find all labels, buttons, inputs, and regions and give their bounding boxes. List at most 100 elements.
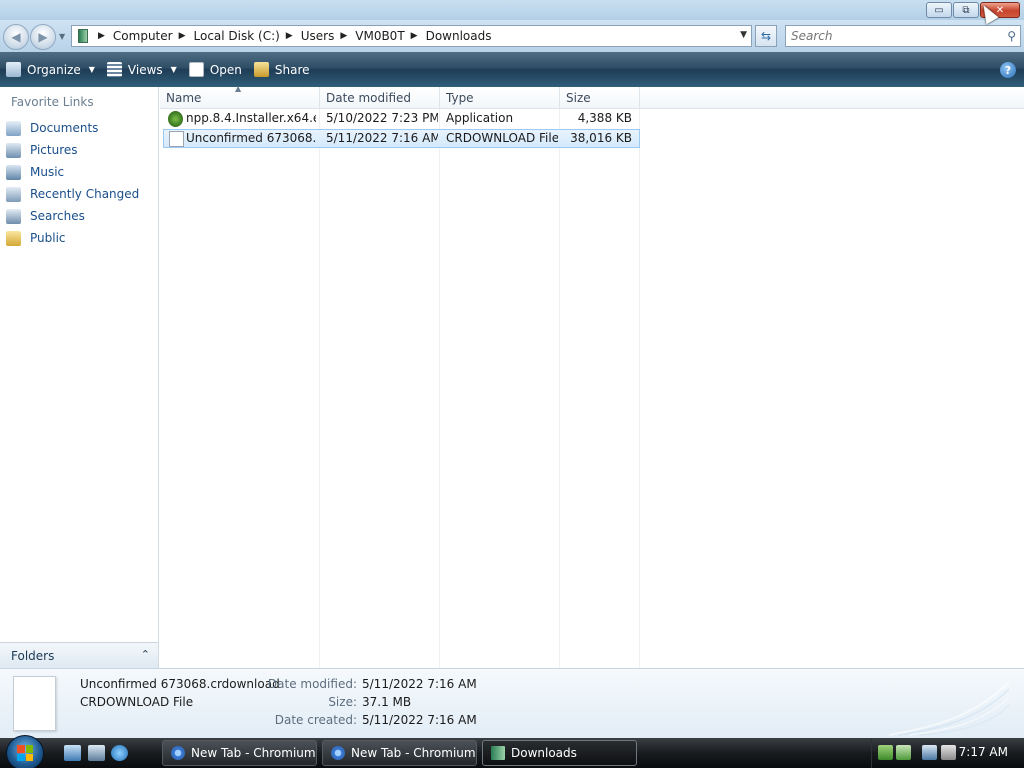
command-toolbar: Organize ▼ Views ▼ Open Share ? — [0, 52, 1024, 87]
nav-item-recently-changed[interactable]: Recently Changed — [6, 184, 139, 204]
column-divider — [439, 109, 440, 668]
forward-button[interactable]: ▶ — [30, 24, 56, 50]
column-divider — [559, 109, 560, 668]
tray-security-icon[interactable] — [896, 745, 911, 760]
documents-icon — [6, 120, 21, 136]
details-pane: Unconfirmed 673068.crdownload CRDOWNLOAD… — [0, 668, 1024, 738]
details-created-label: Date created: — [274, 713, 357, 727]
navigation-pane: Favorite Links Documents Pictures Music … — [0, 87, 159, 668]
maximize-button[interactable]: ⧉ — [953, 2, 979, 18]
chromium-icon — [171, 746, 185, 760]
recently-changed-icon — [6, 186, 21, 202]
details-file-type: CRDOWNLOAD File — [80, 695, 194, 709]
file-list: Name ▲ Date modified Type Size npp.8.4.I… — [160, 84, 1024, 668]
forward-arrow-icon: ▶ — [38, 30, 48, 44]
details-size-value: 37.1 MB — [362, 695, 412, 709]
breadcrumb-arrow-icon[interactable]: ▶ — [179, 31, 186, 41]
column-header-name[interactable]: Name ▲ — [160, 84, 320, 109]
minimize-button[interactable]: ▭ — [926, 2, 952, 18]
column-header-date-modified[interactable]: Date modified — [320, 87, 440, 109]
search-input[interactable] — [791, 29, 991, 43]
column-header-type[interactable]: Type — [440, 87, 560, 109]
nav-item-public[interactable]: Public — [6, 228, 66, 248]
file-preview-icon — [13, 676, 56, 731]
nav-item-music[interactable]: Music — [6, 162, 64, 182]
views-button[interactable]: Views ▼ — [101, 52, 183, 87]
details-created-value: 5/11/2022 7:16 AM — [362, 713, 477, 727]
public-folder-icon — [6, 230, 21, 246]
switch-windows-icon[interactable] — [88, 745, 105, 761]
breadcrumb-computer[interactable]: ▶ Computer — [92, 29, 173, 43]
chevron-up-icon: ⌃ — [140, 648, 150, 661]
help-icon[interactable]: ? — [1000, 62, 1016, 78]
column-header-filler — [640, 87, 1024, 109]
chromium-icon — [331, 746, 345, 760]
volume-muted-icon[interactable] — [941, 745, 956, 760]
file-row-selected[interactable]: Unconfirmed 673068.c... 5/11/2022 7:16 A… — [163, 129, 640, 148]
file-row[interactable]: npp.8.4.Installer.x64.exe 5/10/2022 7:23… — [163, 110, 640, 129]
address-bar[interactable]: ▶ Computer ▶ Local Disk (C:) ▶ Users ▶ VM0B0… — [71, 25, 752, 47]
address-row: ◀ ▶ ▼ ▶ Computer ▶ Local Disk (C:) ▶ Users … — [0, 20, 1024, 52]
breadcrumb-users[interactable]: ▶ Users — [280, 29, 335, 43]
back-arrow-icon: ◀ — [11, 30, 21, 44]
recent-pages-dropdown[interactable]: ▼ — [59, 32, 65, 41]
window-controls: ▭ ⧉ ✕ — [926, 2, 1020, 18]
details-file-name: Unconfirmed 673068.crdownload — [80, 677, 280, 691]
breadcrumb-arrow-icon[interactable]: ▶ — [98, 31, 105, 41]
decorative-swirl — [888, 681, 1010, 736]
network-icon[interactable] — [922, 745, 937, 760]
explorer-folder-icon — [491, 746, 505, 760]
windows-logo-icon — [17, 745, 33, 761]
refresh-icon: ⇆ — [760, 29, 772, 43]
start-button[interactable] — [6, 735, 44, 768]
column-divider — [639, 109, 640, 668]
system-tray: 7:17 AM — [871, 738, 1024, 768]
breadcrumb-arrow-icon[interactable]: ▶ — [340, 31, 347, 41]
favorite-links-heading: Favorite Links — [11, 95, 94, 109]
column-divider — [319, 109, 320, 668]
taskbar-item-downloads[interactable]: Downloads — [482, 740, 637, 766]
folders-toggle[interactable]: Folders ⌃ — [0, 642, 158, 668]
share-icon — [253, 62, 269, 77]
search-box[interactable]: ⚲ — [785, 25, 1021, 47]
folder-location-icon — [78, 29, 88, 43]
pictures-icon — [6, 142, 21, 158]
clock[interactable]: 7:17 AM — [959, 745, 1008, 759]
chevron-down-icon: ▼ — [170, 65, 177, 74]
share-button[interactable]: Share — [248, 52, 316, 87]
music-icon — [6, 164, 21, 180]
breadcrumb-arrow-icon[interactable]: ▶ — [411, 31, 418, 41]
tray-app-icon[interactable] — [878, 745, 893, 760]
search-icon[interactable]: ⚲ — [1007, 29, 1016, 43]
generic-file-icon — [169, 131, 184, 147]
nav-item-pictures[interactable]: Pictures — [6, 140, 78, 160]
application-icon — [168, 111, 183, 127]
show-desktop-icon[interactable] — [64, 745, 81, 761]
refresh-button[interactable]: ⇆ — [755, 25, 777, 47]
sort-ascending-icon: ▲ — [235, 84, 242, 93]
open-button[interactable]: Open — [183, 52, 248, 87]
internet-explorer-icon[interactable] — [111, 745, 128, 761]
column-header-size[interactable]: Size — [560, 87, 640, 109]
title-bar: ▭ ⧉ ✕ — [0, 0, 1024, 20]
back-button[interactable]: ◀ — [3, 24, 29, 50]
chevron-down-icon: ▼ — [88, 65, 95, 74]
taskbar: New Tab - Chromium New Tab - Chromium Do… — [0, 735, 1024, 768]
searches-icon — [6, 208, 21, 224]
breadcrumb-downloads[interactable]: ▶ Downloads — [405, 29, 492, 43]
open-file-icon — [188, 62, 204, 77]
organize-icon — [6, 62, 21, 77]
details-modified-value: 5/11/2022 7:16 AM — [362, 677, 477, 691]
address-dropdown-icon[interactable]: ▼ — [740, 30, 747, 40]
breadcrumb-arrow-icon[interactable]: ▶ — [286, 31, 293, 41]
views-icon — [106, 62, 122, 77]
breadcrumb-user[interactable]: ▶ VM0B0T — [334, 29, 404, 43]
nav-item-searches[interactable]: Searches — [6, 206, 85, 226]
taskbar-item-chromium-1[interactable]: New Tab - Chromium — [162, 740, 317, 766]
details-size-label: Size: — [328, 695, 357, 709]
organize-button[interactable]: Organize ▼ — [0, 52, 101, 87]
nav-item-documents[interactable]: Documents — [6, 118, 98, 138]
details-modified-label: Date modified: — [267, 677, 357, 691]
taskbar-item-chromium-2[interactable]: New Tab - Chromium — [322, 740, 477, 766]
breadcrumb-local-disk[interactable]: ▶ Local Disk (C:) — [173, 29, 280, 43]
